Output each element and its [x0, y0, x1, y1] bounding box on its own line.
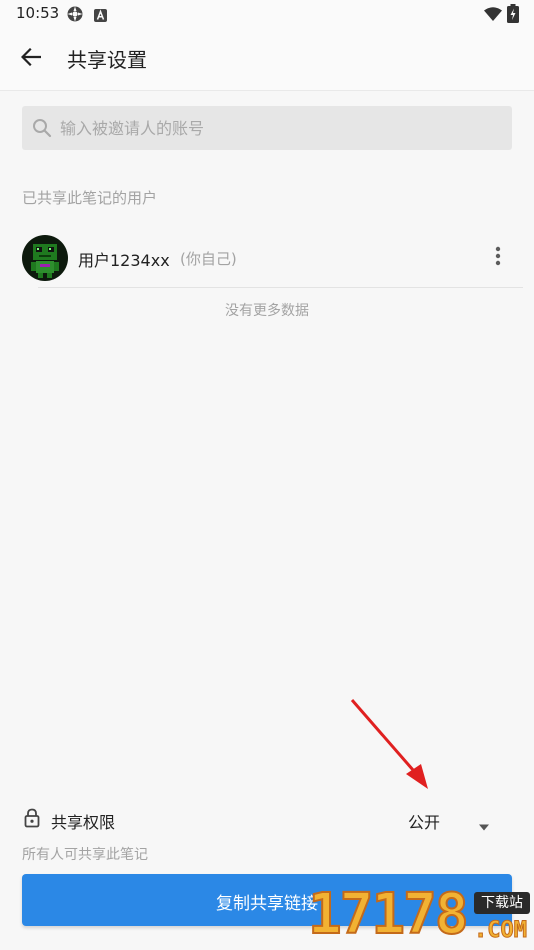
watermark-sub: .COM [474, 918, 528, 944]
share-permission-select[interactable]: 公开 [392, 802, 504, 838]
lock-icon [24, 808, 40, 832]
watermark-badge: 下载站 [474, 892, 530, 914]
share-permission-row: 共享权限 公开 [0, 802, 534, 838]
watermark-digits: 17178 [308, 882, 470, 948]
share-permission-description: 所有人可共享此笔记 [22, 847, 148, 863]
share-permission-label: 共享权限 [51, 813, 116, 832]
site-watermark: 17178 下载站 .COM [308, 882, 534, 950]
caret-down-icon [478, 816, 490, 835]
share-permission-value: 公开 [408, 813, 441, 832]
